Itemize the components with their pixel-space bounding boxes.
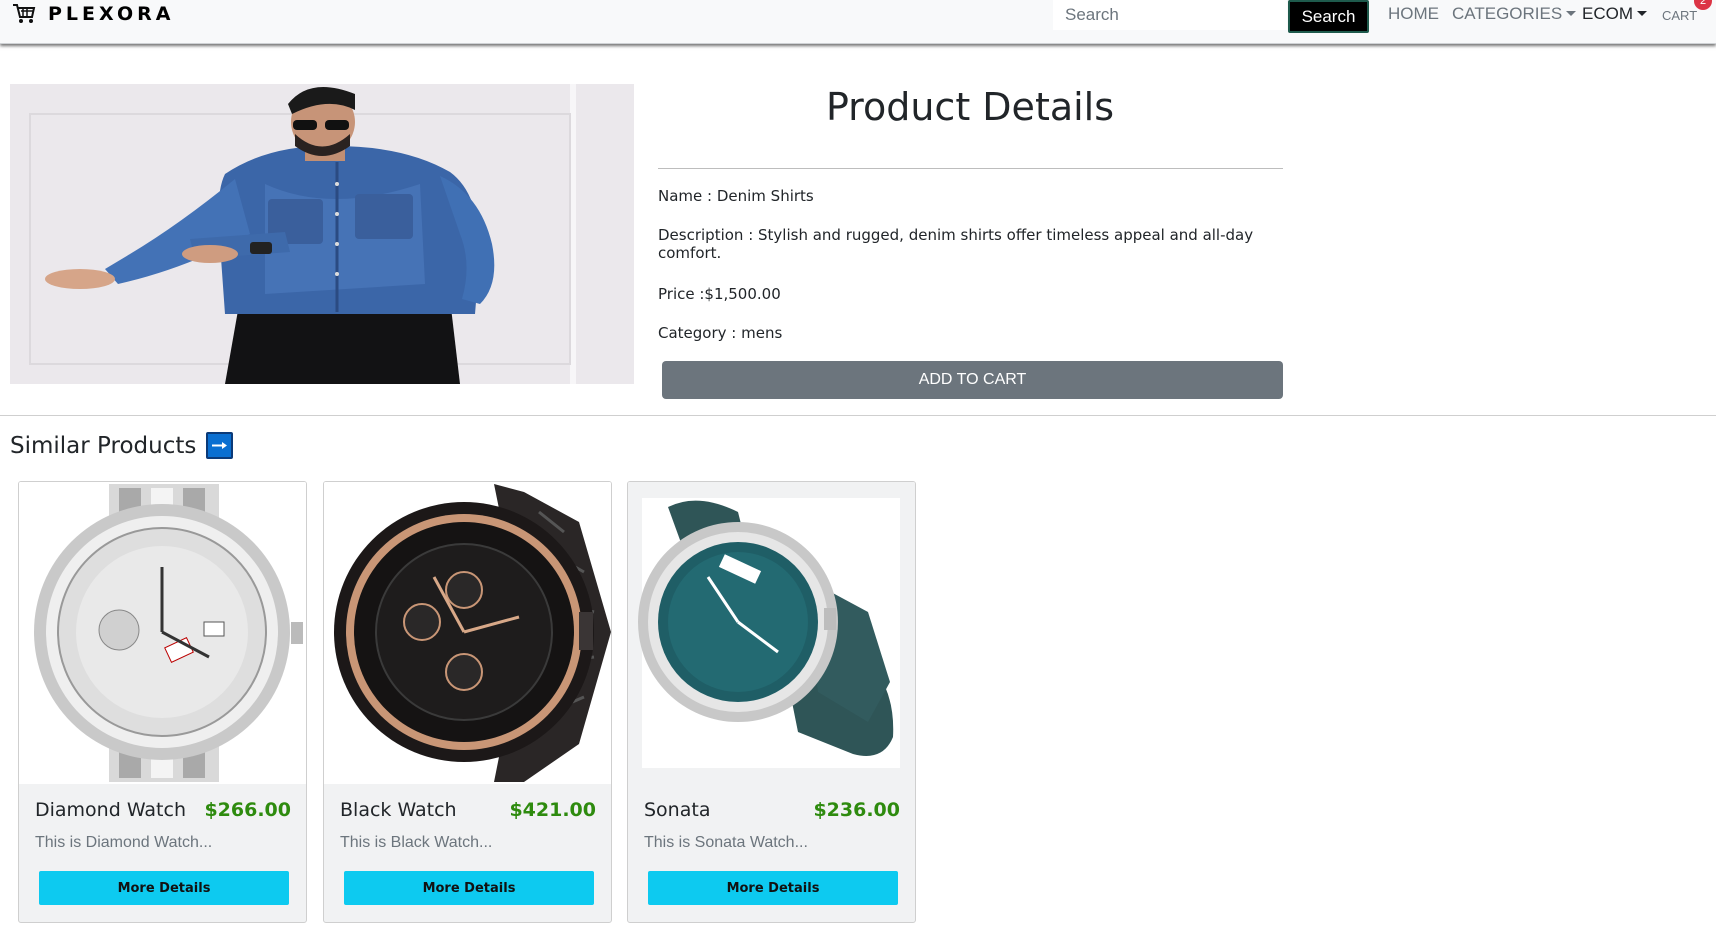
product-card-name: Black Watch [340, 799, 457, 821]
divider [658, 168, 1283, 169]
cart-icon [12, 3, 36, 25]
product-card[interactable]: Sonata $236.00 This is Sonata Watch... M… [627, 481, 916, 923]
nav-cart[interactable]: CART [1662, 4, 1697, 28]
brand-link[interactable]: PLEXORA [12, 0, 174, 28]
product-card-image [19, 482, 306, 784]
nav-categories-dropdown[interactable]: CATEGORIES [1452, 2, 1577, 26]
more-details-button[interactable]: More Details [648, 871, 898, 905]
section-divider [0, 415, 1716, 416]
product-card-description: This is Diamond Watch... [35, 834, 213, 851]
product-card-price: $236.00 [813, 799, 900, 821]
more-details-button[interactable]: More Details [39, 871, 289, 905]
product-category: Category : mens [658, 324, 783, 342]
chevron-down-icon [1637, 10, 1647, 16]
product-card-image [324, 482, 611, 784]
nav-home[interactable]: HOME [1388, 2, 1439, 26]
product-price: Price :$1,500.00 [658, 285, 781, 303]
add-to-cart-button[interactable]: ADD TO CART [662, 361, 1283, 399]
product-card-name: Diamond Watch [35, 799, 186, 821]
top-navbar: PLEXORA Search HOME CATEGORIES ECOM CART… [0, 0, 1716, 44]
product-card[interactable]: Black Watch $421.00 This is Black Watch.… [323, 481, 612, 923]
product-image [10, 84, 634, 384]
nav-cart-label: CART [1662, 8, 1698, 23]
arrow-right-icon[interactable] [206, 432, 234, 459]
product-card-price: $266.00 [204, 799, 291, 821]
product-card-description: This is Black Watch... [340, 834, 493, 851]
brand-name: PLEXORA [48, 3, 175, 25]
product-description: Description : Stylish and rugged, denim … [658, 226, 1254, 262]
product-card-price: $421.00 [509, 799, 596, 821]
product-card-name: Sonata [644, 799, 711, 821]
chevron-down-icon [1566, 10, 1577, 16]
product-card-image [628, 482, 915, 784]
product-card[interactable]: Diamond Watch $266.00 This is Diamond Wa… [18, 481, 307, 923]
product-name: Name : Denim Shirts [658, 187, 814, 205]
nav-ecom-dropdown[interactable]: ECOM [1582, 2, 1647, 26]
nav-ecom-label: ECOM [1582, 4, 1633, 23]
more-details-button[interactable]: More Details [344, 871, 594, 905]
similar-products-heading: Similar Products [10, 432, 234, 459]
similar-products-title: Similar Products [10, 432, 197, 459]
search-button[interactable]: Search [1288, 0, 1369, 33]
product-card-description: This is Sonata Watch... [644, 834, 808, 851]
nav-home-label: HOME [1388, 4, 1439, 23]
search-input[interactable] [1053, 0, 1287, 30]
page-title: Product Details [825, 85, 1115, 129]
nav-categories-label: CATEGORIES [1452, 4, 1563, 23]
